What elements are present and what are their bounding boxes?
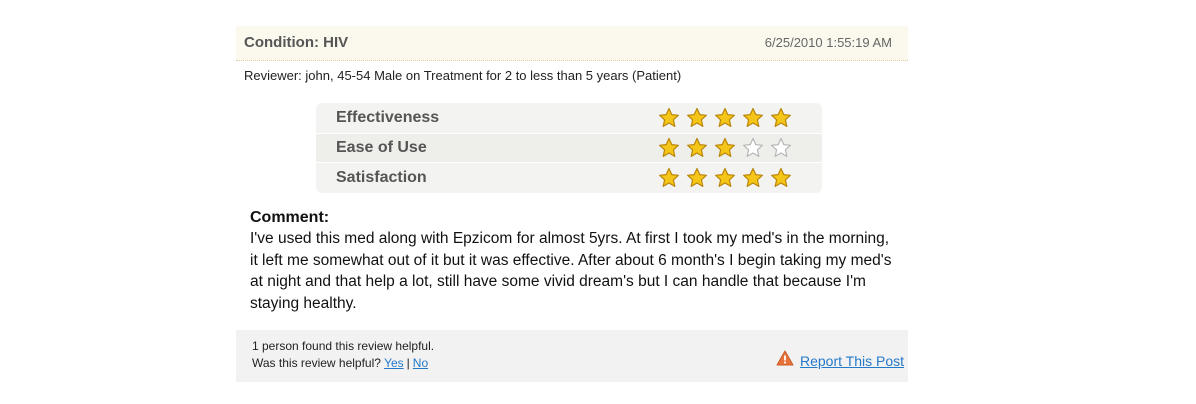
rating-row-effectiveness: Effectiveness xyxy=(316,103,822,133)
star-icon xyxy=(771,167,791,187)
review-date: 6/25/2010 1:55:19 AM xyxy=(764,35,892,50)
star-icon xyxy=(659,167,679,187)
star-outline-icon xyxy=(743,137,763,157)
star-icon xyxy=(715,137,735,157)
star-icon xyxy=(687,137,707,157)
rating-label: Ease of Use xyxy=(336,139,427,156)
helpful-separator: | xyxy=(406,356,410,370)
star-icon xyxy=(715,107,735,127)
star-outline-icon xyxy=(771,137,791,157)
helpful-count: 1 person found this review helpful. xyxy=(252,339,435,353)
rating-row-satisfaction: Satisfaction xyxy=(316,163,822,193)
star-rating xyxy=(658,107,792,129)
star-icon xyxy=(743,107,763,127)
helpful-no-link[interactable]: No xyxy=(413,356,428,370)
star-icon xyxy=(659,137,679,157)
comment-heading: Comment: xyxy=(250,209,330,226)
rating-label: Satisfaction xyxy=(336,169,427,186)
helpful-yes-link[interactable]: Yes xyxy=(384,356,404,370)
star-icon xyxy=(715,167,735,187)
comment-body: I've used this med along with Epzicom fo… xyxy=(250,230,892,312)
rating-row-ease-of-use: Ease of Use xyxy=(316,133,822,163)
report-post-link[interactable]: Report This Post xyxy=(800,353,904,369)
review-footer: 1 person found this review helpful. Was … xyxy=(236,330,908,382)
ratings-table: Effectiveness Ease of Use Satisfaction xyxy=(316,103,822,193)
helpful-question-text: Was this review helpful? xyxy=(252,356,381,370)
review-header: Condition: HIV 6/25/2010 1:55:19 AM xyxy=(236,26,908,61)
comment-section: Comment: I've used this med along with E… xyxy=(250,209,900,314)
star-rating xyxy=(658,167,792,189)
rating-label: Effectiveness xyxy=(336,109,440,126)
star-rating xyxy=(658,137,792,159)
star-icon xyxy=(659,107,679,127)
condition-label: Condition: HIV xyxy=(244,34,349,51)
review-card: Condition: HIV 6/25/2010 1:55:19 AM Revi… xyxy=(236,26,908,382)
report-post[interactable]: Report This Post xyxy=(776,350,904,371)
star-icon xyxy=(743,167,763,187)
star-icon xyxy=(771,107,791,127)
star-icon xyxy=(687,107,707,127)
reviewer-info: Reviewer: john, 45-54 Male on Treatment … xyxy=(244,68,682,83)
star-icon xyxy=(687,167,707,187)
helpful-question: Was this review helpful? Yes | No xyxy=(252,356,428,370)
warning-icon xyxy=(776,350,794,371)
